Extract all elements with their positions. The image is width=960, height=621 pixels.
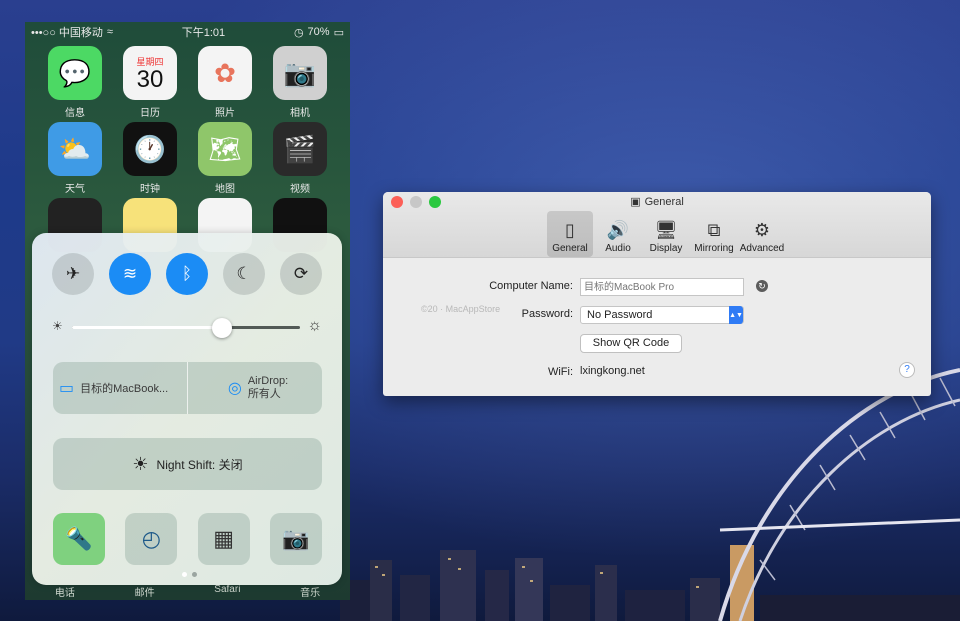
rotation-lock-icon: ⟳ [293,264,309,283]
dock-mail[interactable]: 邮件 [135,584,155,600]
window-titlebar: ▣ General ▯ General 🔊 Audio 🖥 Display ⧉ … [383,192,931,258]
clock-icon: 🕐 [123,122,177,176]
airplane-icon: ✈ [65,264,81,283]
prefs-toolbar: ▯ General 🔊 Audio 🖥 Display ⧉ Mirroring … [547,211,785,257]
refresh-icon[interactable]: ↻ [756,280,768,292]
tab-display[interactable]: 🖥 Display [643,211,689,257]
rotation-lock-toggle[interactable]: ⟳ [280,253,322,295]
airdrop-title: AirDrop: [247,375,289,387]
calculator-icon: ▦ [213,526,235,551]
brightness-thumb[interactable] [212,318,233,338]
brightness-track[interactable] [72,318,300,338]
app-camera[interactable]: 📷 相机 [273,46,327,119]
night-shift-icon: ☀ [132,453,149,474]
dock: 电话 邮件 Safari 音乐 [25,584,350,600]
airplay-button[interactable]: ▭ 目标的MacBook... [53,362,187,414]
speaker-icon: 🔊 [606,219,630,240]
share-row: ▭ 目标的MacBook... ◎ AirDrop: 所有人 [53,362,322,414]
airplane-mode-toggle[interactable]: ✈ [52,253,94,295]
airplay-label: 目标的MacBook... [80,383,169,395]
app-maps[interactable]: 🗺 地图 [198,122,252,195]
show-qr-code-button[interactable]: Show QR Code [580,334,682,353]
control-center: ✈ ≋ ᛒ ☾ ⟳ ☀ ☼ ▭ 目标的MacBook... ◎ AirDrop:… [32,233,342,585]
app-weather[interactable]: ⛅ 天气 [48,122,102,195]
preferences-window: ▣ General ▯ General 🔊 Audio 🖥 Display ⧉ … [383,192,931,396]
camera-app-icon: 📷 [273,46,327,100]
status-time: 下午1:01 [181,27,226,39]
app-messages[interactable]: 💬 信息 [48,46,102,119]
app-calendar[interactable]: 星期四 30 日历 [123,46,177,119]
app-photos[interactable]: ✿ 照片 [198,46,252,119]
tab-audio[interactable]: 🔊 Audio [595,211,641,257]
app-videos[interactable]: 🎬 视频 [273,122,327,195]
tools-row: 🔦 ◴ ▦ 📷 [53,513,322,565]
maps-icon: 🗺 [198,122,252,176]
dock-music[interactable]: 音乐 [300,584,320,600]
camera-icon: 📷 [282,526,310,551]
brightness-fill [72,326,223,329]
photos-icon: ✿ [198,46,252,100]
computer-name-label: Computer Name: [489,280,573,292]
alarm-icon: ◷ [293,26,304,39]
sun-large-icon: ☼ [307,317,322,334]
night-shift-button[interactable]: ☀ Night Shift: 关闭 [53,438,322,490]
wifi-value: lxingkong.net [580,365,645,377]
dock-safari[interactable]: Safari [214,584,240,600]
app-clock[interactable]: 🕐 时钟 [123,122,177,195]
airdrop-button[interactable]: ◎ AirDrop: 所有人 [187,362,322,414]
airdrop-icon: ◎ [227,380,242,397]
page-dot [182,572,187,577]
battery-percent: 70% [307,26,330,38]
toggle-row: ✈ ≋ ᛒ ☾ ⟳ [52,253,322,295]
videos-icon: 🎬 [273,122,327,176]
camera-button[interactable]: 📷 [269,513,322,565]
airplay-icon: ▭ [59,380,75,397]
carrier: •••○○ 中国移动 [31,27,103,39]
dock-phone[interactable]: 电话 [55,584,75,600]
flashlight-button[interactable]: 🔦 [53,513,105,565]
help-button[interactable]: ? [899,362,915,378]
moon-icon: ☾ [236,264,252,283]
calculator-button[interactable]: ▦ [197,513,250,565]
gear-icon: ⚙ [753,219,771,240]
sun-small-icon: ☀ [52,319,63,333]
battery-icon: ▭ [333,26,344,39]
window-title: ▣ General [630,195,684,209]
page-indicator [182,572,197,577]
messages-icon: 💬 [48,46,102,100]
wifi-icon: ≋ [122,264,138,283]
general-icon: ▯ [565,219,575,240]
page-dot [192,572,197,577]
brightness-slider[interactable]: ☀ ☼ [52,317,322,338]
computer-name-field[interactable] [580,278,744,296]
calendar-icon: 星期四 30 [123,46,177,100]
timer-icon: ◴ [141,526,161,551]
ios-status-bar: •••○○ 中国移动 ≈ 下午1:01 ◷ 70% ▭ [25,22,350,42]
mirroring-icon: ⧉ [707,219,721,240]
night-shift-label: Night Shift: 关闭 [156,457,243,472]
general-title-icon: ▣ [630,196,641,208]
wifi-label: WiFi: [547,366,573,378]
window-body: Computer Name: ↻ ©20 · MacAppStore Passw… [383,258,931,396]
bluetooth-toggle[interactable]: ᛒ [166,253,208,295]
password-label: Password: [521,308,573,320]
wifi-toggle[interactable]: ≋ [109,253,151,295]
chevron-updown-icon: ▲▼ [729,306,743,324]
timer-button[interactable]: ◴ [125,513,178,565]
bluetooth-icon: ᛒ [181,264,193,283]
weather-icon: ⛅ [48,122,102,176]
tab-general[interactable]: ▯ General [547,211,593,257]
airdrop-value: 所有人 [247,388,281,400]
tab-mirroring[interactable]: ⧉ Mirroring [691,211,737,257]
password-select[interactable]: No Password ▲▼ [580,306,744,324]
tab-advanced[interactable]: ⚙ Advanced [739,211,785,257]
wifi-status-icon: ≈ [106,26,113,38]
display-icon: 🖥 [654,219,678,240]
do-not-disturb-toggle[interactable]: ☾ [223,253,265,295]
flashlight-icon: 🔦 [65,526,93,551]
